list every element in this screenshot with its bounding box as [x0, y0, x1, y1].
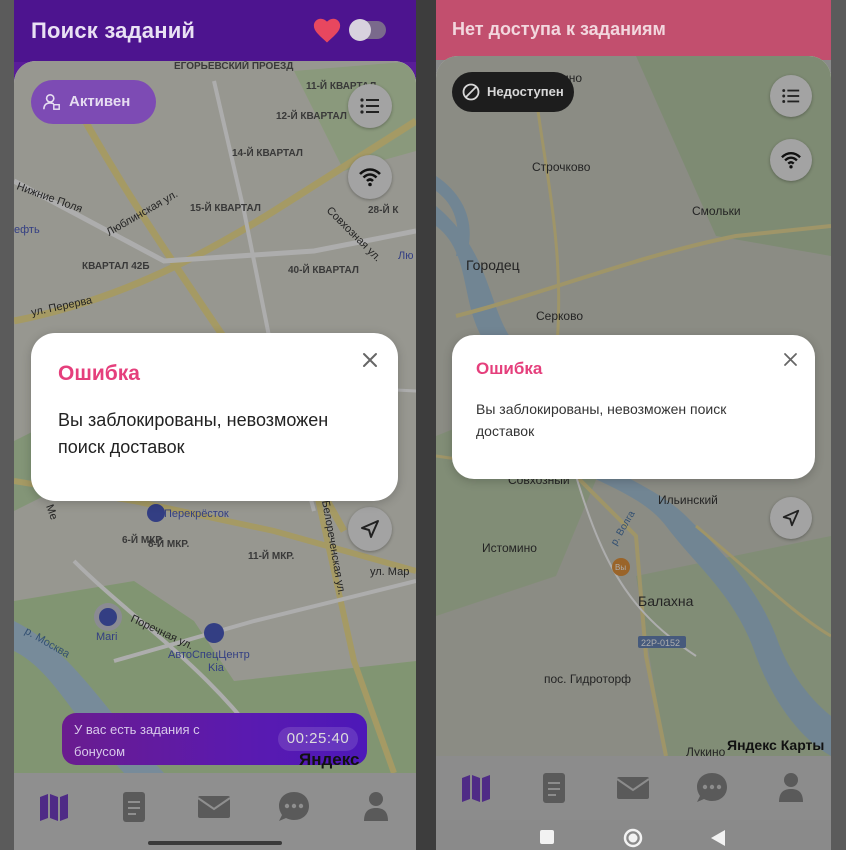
right-list-view-button[interactable] [770, 75, 812, 117]
right-edge-background [831, 0, 846, 850]
profile-tab-icon[interactable] [356, 787, 396, 827]
orders-tab-icon[interactable] [534, 768, 574, 808]
close-icon[interactable] [361, 351, 379, 369]
right-error-dialog: Ошибка Вы заблокированы, невозможен поис… [452, 335, 815, 479]
android-nav-bar [436, 820, 831, 850]
right-my-location-button[interactable] [770, 497, 812, 539]
error-dialog-title: Ошибка [58, 362, 140, 385]
my-location-button[interactable] [348, 507, 392, 551]
home-indicator[interactable] [148, 841, 282, 845]
profile-tab-icon[interactable] [771, 768, 811, 808]
status-chip-active[interactable]: Активен [31, 80, 156, 124]
recent-apps-icon[interactable] [540, 830, 554, 844]
close-icon[interactable] [783, 352, 798, 367]
left-edge-background [0, 0, 14, 850]
status-chip-unavailable[interactable]: Недоступен [452, 72, 574, 112]
list-icon [782, 89, 800, 103]
right-bottom-tab-bar [436, 756, 831, 820]
map-tab-icon[interactable] [456, 768, 496, 808]
right-map-attribution[interactable]: Яндекс Карты [727, 737, 824, 753]
availability-toggle[interactable] [349, 19, 386, 41]
messages-tab-icon[interactable] [194, 787, 234, 827]
status-chip-label: Активен [69, 93, 131, 110]
map-tab-icon[interactable] [34, 787, 74, 827]
heart-icon[interactable] [312, 16, 342, 44]
bonus-banner-text: У вас есть задания с бонусом [74, 722, 200, 759]
blocked-icon [462, 83, 480, 101]
left-error-dialog: Ошибка Вы заблокированы, невозможен поис… [31, 333, 398, 501]
chat-tab-icon[interactable] [692, 768, 732, 808]
toggle-knob [349, 19, 371, 41]
navigation-arrow-icon [782, 509, 800, 527]
right-error-dialog-message: Вы заблокированы, невозможен поиск доста… [476, 401, 727, 439]
right-connection-button[interactable] [770, 139, 812, 181]
orders-tab-icon[interactable] [114, 787, 154, 827]
unavailable-chip-label: Недоступен [487, 84, 564, 99]
list-icon [360, 98, 379, 114]
left-header-title: Поиск заданий [31, 18, 196, 43]
chat-tab-icon[interactable] [274, 787, 314, 827]
right-header: Нет доступа к заданиям [436, 0, 831, 60]
wifi-icon [781, 152, 801, 169]
screenshot-root: Поиск заданий ЕГОРЬЕВСКИЙ ПРОЕЗД 11-Й КВ… [0, 0, 846, 850]
right-header-title: Нет доступа к заданиям [452, 19, 666, 39]
screen-separator [416, 0, 436, 850]
back-icon[interactable] [710, 829, 726, 847]
list-view-button[interactable] [348, 84, 392, 128]
courier-icon [43, 93, 60, 110]
error-dialog-message: Вы заблокированы, невозможен поиск доста… [58, 410, 329, 457]
messages-tab-icon[interactable] [613, 768, 653, 808]
left-bottom-tab-bar [14, 773, 416, 850]
wifi-icon [359, 168, 381, 187]
connection-button[interactable] [348, 155, 392, 199]
right-error-dialog-title: Ошибка [476, 359, 543, 378]
bonus-timer: 00:25:40 [278, 727, 358, 751]
home-icon[interactable] [623, 828, 643, 848]
left-header: Поиск заданий [14, 0, 416, 62]
navigation-arrow-icon [361, 520, 379, 538]
